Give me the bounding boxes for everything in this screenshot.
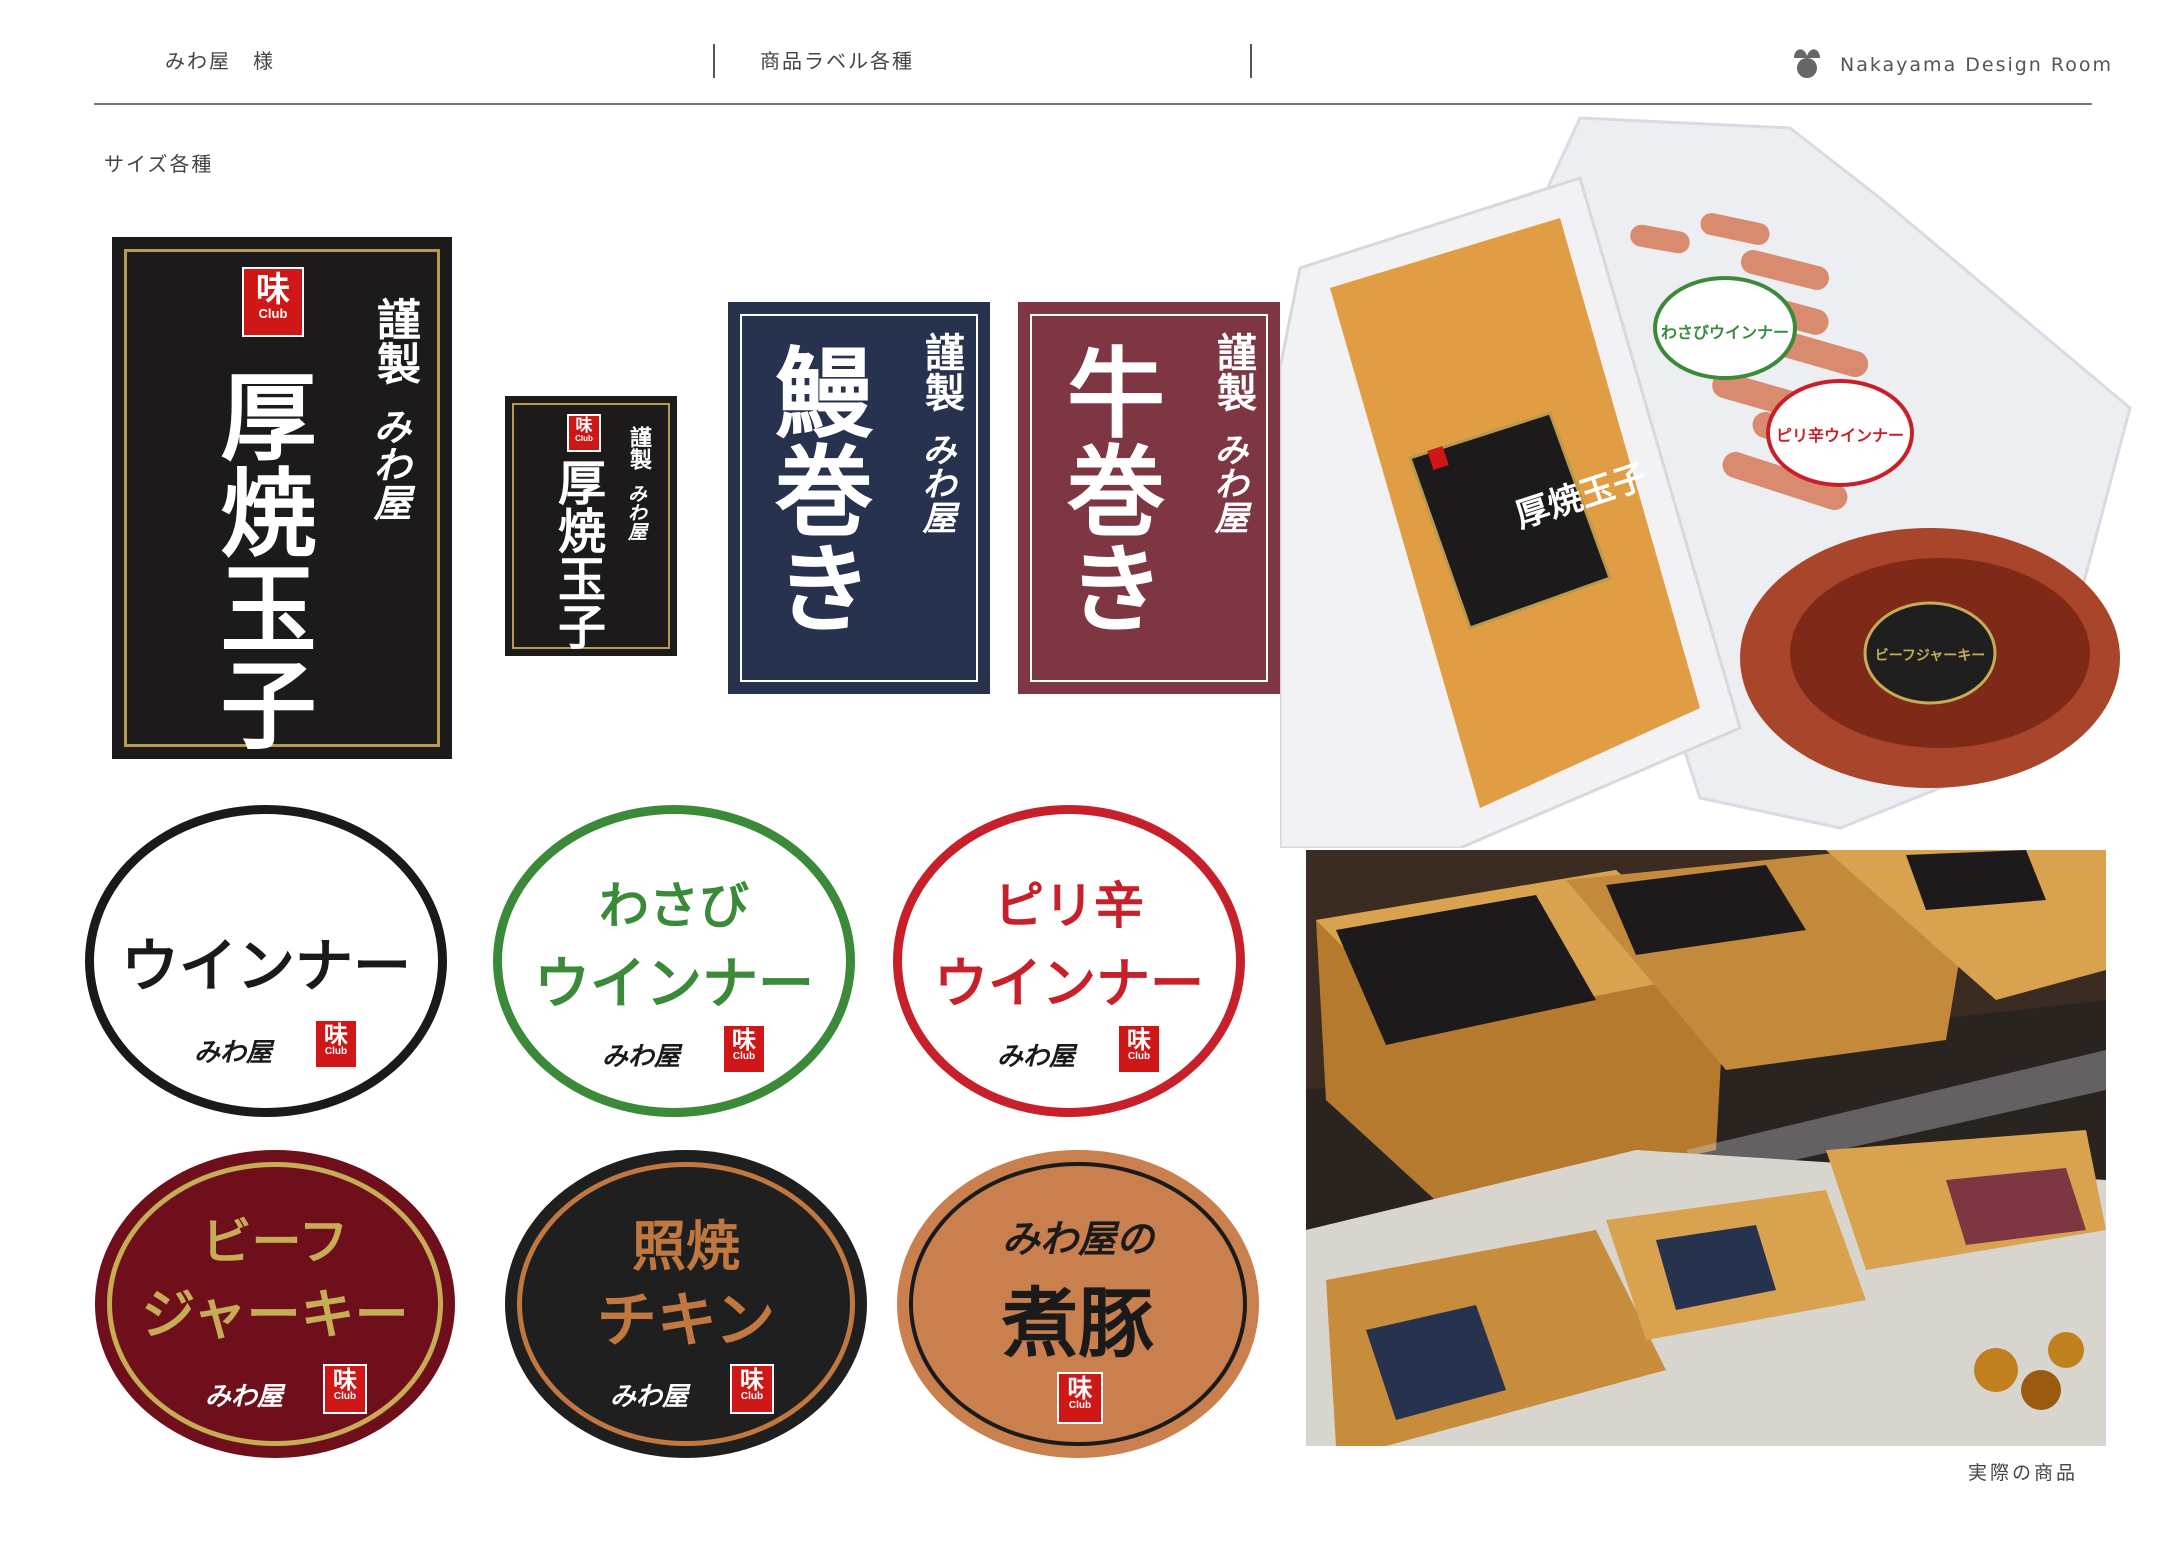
sticker-pirikara: ピリ辛 ウインナー みわ屋 味 Club: [893, 805, 1245, 1117]
label-product: 厚焼玉子: [549, 458, 605, 650]
sticker-brand: みわ屋: [997, 1042, 1076, 1072]
svg-text:わさびウインナー: わさびウインナー: [1661, 323, 1789, 342]
sticker-line2: ウインナー: [534, 952, 814, 1017]
sticker-line1: ピリ辛: [994, 877, 1144, 935]
ajiclub-badge: 味 Club: [242, 267, 304, 337]
ajiclub-badge: 味 Club: [1117, 1024, 1161, 1074]
sticker-brand: みわ屋: [205, 1382, 284, 1412]
header-divider-1: [713, 44, 715, 78]
label-product: 鰻巻き: [758, 342, 873, 636]
sticker-wasabi: わさび ウインナー みわ屋 味 Club: [493, 805, 855, 1117]
ajiclub-badge: 味 Club: [567, 414, 601, 452]
sprout-icon: [1790, 42, 1824, 80]
sticker-line2: ウインナー: [120, 932, 411, 1000]
svg-text:ビーフジャーキー: ビーフジャーキー: [1875, 648, 1985, 664]
sticker-line1: わさび: [599, 877, 749, 935]
section-title: サイズ各種: [104, 152, 214, 176]
label-brand: みわ屋: [625, 484, 647, 541]
sticker-line2: 煮豚: [1002, 1279, 1154, 1368]
label-prefix: 謹製: [626, 426, 652, 470]
sticker-nibuta: みわ屋の 煮豚 味 Club: [897, 1150, 1259, 1458]
sticker-jerky: ビーフ ジャーキー みわ屋 味 Club: [95, 1150, 455, 1458]
label-product: 厚焼玉子: [204, 367, 317, 751]
label-gyu: 謹製 みわ屋 牛巻き: [1018, 302, 1280, 694]
label-unagi: 謹製 みわ屋 鰻巻き: [728, 302, 990, 694]
header-rule: [94, 103, 2092, 105]
client-name: みわ屋 様: [165, 49, 275, 73]
sticker-wiener: ウインナー みわ屋 味 Club: [85, 805, 447, 1117]
project-title: 商品ラベル各種: [760, 49, 914, 73]
sticker-line1: みわ屋の: [1001, 1216, 1154, 1261]
sticker-brand: みわ屋: [610, 1382, 689, 1412]
ajiclub-badge: 味 Club: [314, 1019, 358, 1069]
ajiclub-badge: 味 Club: [323, 1364, 367, 1414]
label-prefix: 謹製: [918, 332, 965, 412]
label-tamago-small: 味 Club 謹製 みわ屋 厚焼玉子: [505, 396, 677, 656]
ajiclub-badge: 味 Club: [1057, 1372, 1103, 1424]
sticker-line1: ビーフ: [201, 1213, 349, 1271]
sticker-line2: ジャーキー: [141, 1283, 409, 1346]
label-prefix: 謹製: [1210, 332, 1257, 412]
svg-text:ピリ辛ウインナー: ピリ辛ウインナー: [1776, 426, 1904, 445]
ajiclub-badge: 味 Club: [730, 1364, 774, 1414]
store-photo: [1306, 850, 2106, 1446]
sticker-line2: チキン: [596, 1286, 776, 1356]
label-brand: みわ屋: [1208, 432, 1248, 534]
package-photo: 厚焼玉子 わさびウインナー ピリ辛ウインナー ビーフジャーキー: [1280, 108, 2136, 848]
sticker-teriyaki: 照焼 チキン みわ屋 味 Club: [505, 1150, 867, 1458]
label-brand: みわ屋: [367, 407, 412, 521]
sticker-line2: ウインナー: [934, 952, 1204, 1015]
ajiclub-badge: 味 Club: [722, 1024, 766, 1074]
label-brand: みわ屋: [916, 432, 956, 534]
sticker-line1: 照焼: [632, 1215, 740, 1278]
header-divider-2: [1250, 44, 1252, 78]
sticker-brand: みわ屋: [194, 1038, 273, 1068]
label-prefix: 謹製: [369, 297, 420, 385]
label-tamago-large: 味 Club 謹製 みわ屋 厚焼玉子: [112, 237, 452, 759]
label-product: 牛巻き: [1050, 342, 1165, 636]
store-photo-caption: 実際の商品: [1968, 1462, 2079, 1484]
studio-name: Nakayama Design Room: [1840, 54, 2113, 76]
sticker-brand: みわ屋: [602, 1042, 681, 1072]
